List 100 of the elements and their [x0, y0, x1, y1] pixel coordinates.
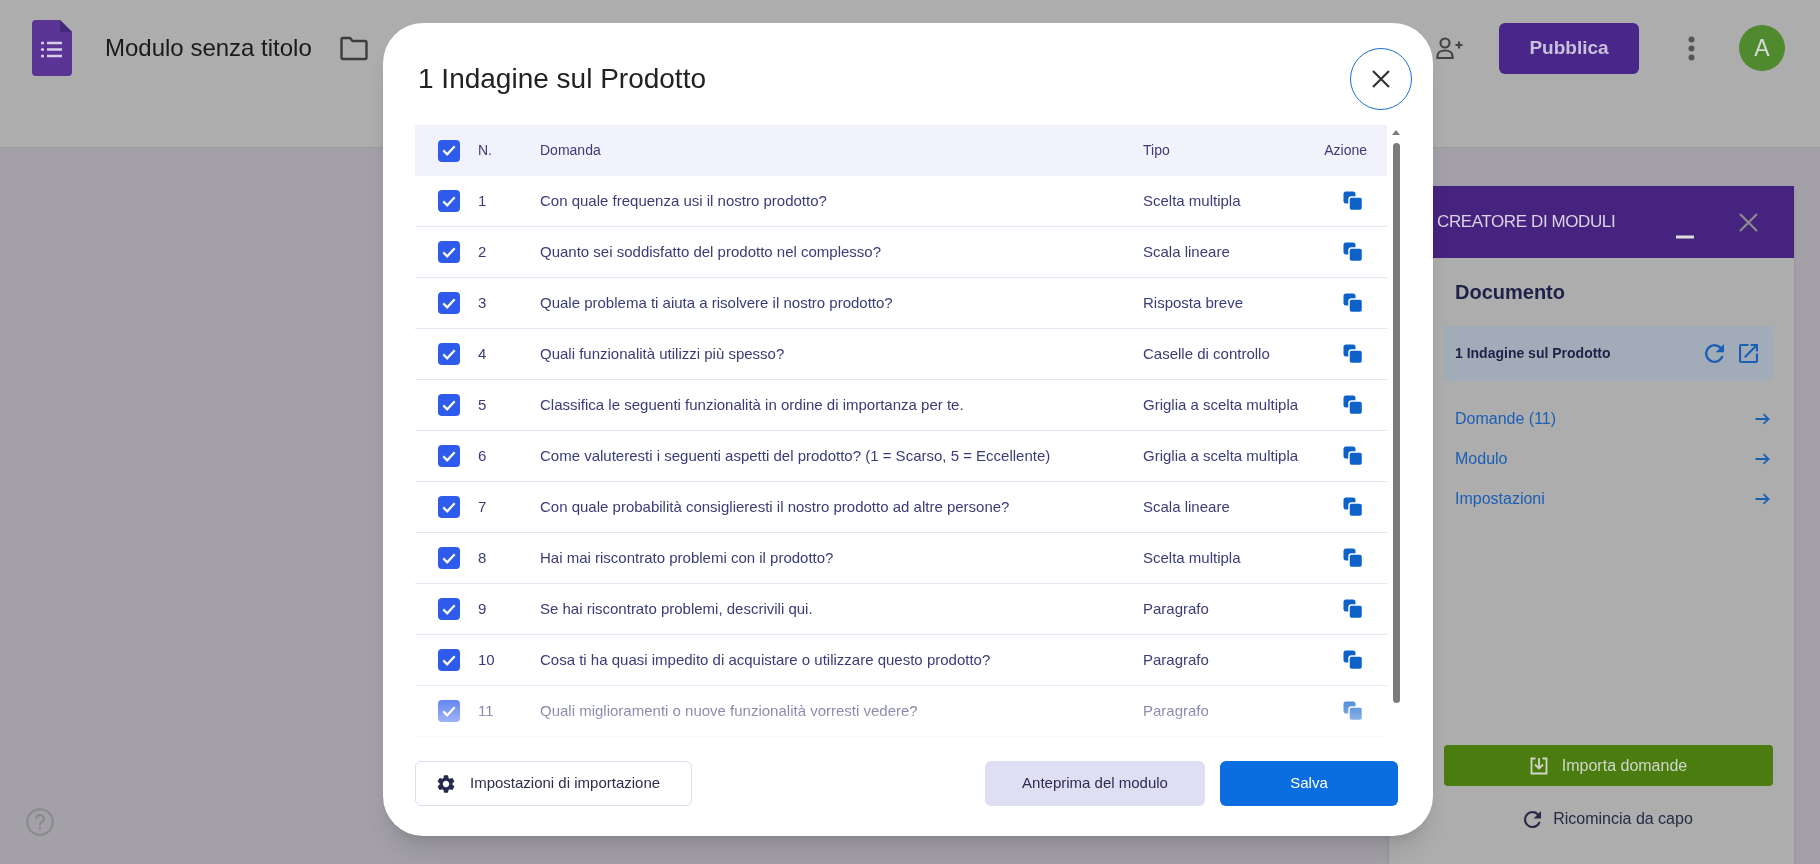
document-title: 1 Indagine sul Prodotto	[1455, 344, 1611, 363]
question-type: Scala lineare	[1143, 241, 1231, 262]
add-person-icon[interactable]	[1436, 35, 1464, 61]
column-header: Azione	[1323, 141, 1368, 160]
copy-icon[interactable]	[1343, 191, 1363, 211]
question-number: 6	[478, 445, 488, 466]
copy-icon[interactable]	[1343, 701, 1363, 721]
section-title: Documento	[1454, 280, 1566, 305]
question-text: Hai mai riscontrato problemi con il prodotto?	[540, 547, 835, 568]
restart-button[interactable]: Ricomincia da capo	[1444, 799, 1773, 839]
question-text: Cosa ti ha quasi impedito di acquistare o utilizzare questo prodotto?	[540, 649, 992, 670]
copy-icon[interactable]	[1343, 446, 1363, 466]
checkbox[interactable]	[438, 139, 460, 162]
copy-icon[interactable]	[1343, 599, 1363, 619]
question-text: Come valuteresti i seguenti aspetti del prodotto? (1 = Scarso, 5 = Eccellente)	[540, 445, 1052, 466]
column-header: N.	[478, 141, 493, 160]
form-title[interactable]: Modulo senza titolo	[105, 30, 312, 66]
checkbox[interactable]	[438, 292, 460, 314]
question-number: 4	[478, 343, 488, 364]
panel-title: CREATORE DI MODULI	[1437, 211, 1616, 234]
close-icon[interactable]	[1739, 212, 1758, 232]
check-icon	[442, 399, 456, 411]
checkbox[interactable]	[438, 547, 460, 569]
more-options-icon[interactable]	[1688, 35, 1695, 61]
publish-button[interactable]: Pubblica	[1499, 22, 1639, 74]
folder-icon[interactable]	[338, 35, 369, 61]
checkbox[interactable]	[438, 190, 460, 212]
question-text: Quale problema ti aiuta a risolvere il nostro prodotto?	[540, 292, 894, 313]
scroll-up-arrow-icon[interactable]	[1392, 130, 1400, 135]
question-number: 5	[478, 394, 488, 415]
checkbox[interactable]	[438, 649, 460, 671]
question-number: 9	[478, 598, 488, 619]
check-icon	[442, 552, 456, 564]
refresh-icon	[1524, 810, 1542, 828]
dialog-title: 1 Indagine sul Prodotto	[418, 62, 706, 96]
checkbox[interactable]	[438, 700, 460, 722]
question-type: Paragrafo	[1143, 649, 1210, 670]
check-icon	[442, 195, 456, 207]
question-text: Se hai riscontrato problemi, descrivili qui.	[540, 598, 814, 619]
question-text: Quali miglioramenti o nuove funzionalità vorresti vedere?	[540, 700, 919, 721]
minimize-icon[interactable]	[1676, 235, 1694, 239]
import-questions-button[interactable]: Importa domande	[1444, 745, 1773, 786]
question-text: Quali funzionalità utilizzi più spesso?	[540, 343, 786, 364]
question-type: Paragrafo	[1143, 598, 1210, 619]
question-number: 8	[478, 547, 488, 568]
column-header: Domanda	[540, 141, 602, 160]
checkbox[interactable]	[438, 496, 460, 518]
question-type: Caselle di controllo	[1143, 343, 1271, 364]
question-number: 3	[478, 292, 488, 313]
copy-icon[interactable]	[1343, 497, 1363, 517]
question-text: Con quale probabilità consiglieresti il nostro prodotto ad altre persone?	[540, 496, 1011, 517]
check-icon	[442, 450, 456, 462]
question-text: Quanto sei soddisfatto del prodotto nel complesso?	[540, 241, 883, 262]
question-type: Paragrafo	[1143, 700, 1210, 721]
question-number: 2	[478, 241, 488, 262]
check-icon	[442, 145, 456, 156]
scrollbar-thumb[interactable]	[1392, 143, 1400, 703]
document-card[interactable]: 1 Indagine sul Prodotto	[1444, 326, 1773, 381]
save-button[interactable]: Salva	[1220, 761, 1398, 806]
question-number: 1	[478, 190, 488, 211]
arrow-right-icon	[1755, 453, 1770, 465]
forms-logo-icon[interactable]	[32, 20, 72, 76]
settings-icon	[437, 774, 455, 793]
question-type: Scala lineare	[1143, 496, 1231, 517]
question-type: Griglia a scelta multipla	[1143, 394, 1300, 415]
question-number: 11	[478, 700, 495, 721]
arrow-right-icon	[1755, 493, 1770, 505]
question-type: Scelta multipla	[1143, 547, 1242, 568]
check-icon	[442, 501, 456, 513]
download-icon	[1529, 756, 1548, 775]
check-icon	[442, 246, 456, 258]
question-type: Griglia a scelta multipla	[1143, 445, 1300, 466]
checkbox[interactable]	[438, 394, 460, 416]
checkbox[interactable]	[438, 241, 460, 263]
close-icon	[1372, 70, 1390, 88]
column-header: Tipo	[1143, 141, 1171, 160]
copy-icon[interactable]	[1343, 344, 1363, 364]
check-icon	[442, 297, 456, 309]
question-number: 7	[478, 496, 488, 517]
question-number: 10	[478, 649, 496, 670]
question-type: Risposta breve	[1143, 292, 1245, 313]
import-settings-button[interactable]: Impostazioni di importazione	[415, 761, 692, 806]
check-icon	[442, 348, 456, 360]
check-icon	[442, 654, 456, 666]
question-text: Classifica le seguenti funzionalità in ordine di importanza per te.	[540, 394, 965, 415]
check-icon	[442, 603, 456, 615]
checkbox[interactable]	[438, 343, 460, 365]
copy-icon[interactable]	[1343, 242, 1363, 262]
refresh-icon[interactable]	[1705, 344, 1724, 363]
question-type: Scelta multipla	[1143, 190, 1242, 211]
checkbox[interactable]	[438, 445, 460, 467]
copy-icon[interactable]	[1343, 548, 1363, 568]
external-link-icon[interactable]	[1739, 344, 1758, 363]
arrow-right-icon	[1755, 413, 1770, 425]
copy-icon[interactable]	[1343, 650, 1363, 670]
question-text: Con quale frequenza usi il nostro prodotto?	[540, 190, 828, 211]
copy-icon[interactable]	[1343, 395, 1363, 415]
preview-button[interactable]: Anteprima del modulo	[985, 761, 1205, 806]
copy-icon[interactable]	[1343, 293, 1363, 313]
checkbox[interactable]	[438, 598, 460, 620]
